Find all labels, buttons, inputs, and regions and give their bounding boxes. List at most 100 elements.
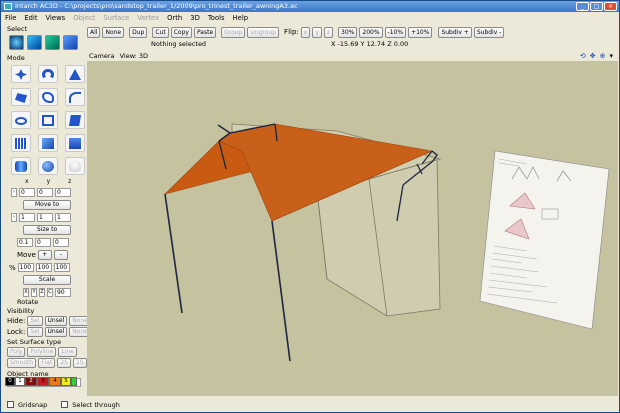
move-mode-icon[interactable] [11, 65, 31, 83]
color-swatch-2[interactable]: 2 [25, 377, 37, 386]
size-z-input[interactable]: 1 [55, 213, 71, 222]
zoom-30-button[interactable]: 30% [338, 26, 358, 38]
rotate-view-icon[interactable]: ⟲ [580, 51, 586, 61]
size-y-input[interactable]: 1 [37, 213, 53, 222]
zoom-minus10-button[interactable]: -10% [384, 26, 407, 38]
pan-view-icon[interactable]: ✥ [590, 51, 596, 61]
menu-orth[interactable]: Orth [167, 12, 182, 24]
zoom-view-icon[interactable]: ⊕ [600, 51, 606, 61]
draw-line-icon[interactable] [65, 88, 85, 106]
scale-mode-icon[interactable] [65, 65, 85, 83]
flip-z-button[interactable]: z [323, 26, 334, 38]
line-button[interactable]: Line [58, 347, 77, 357]
light-icon[interactable] [65, 157, 85, 175]
select-groups-icon[interactable] [27, 35, 42, 50]
move-minus-button[interactable]: - [53, 250, 68, 260]
menu-file[interactable]: File [5, 12, 16, 24]
move-plus-button[interactable]: + [37, 250, 52, 260]
move-z-input[interactable]: 0 [53, 238, 69, 247]
select-surfaces-icon[interactable] [45, 35, 60, 50]
select-through-checkbox[interactable] [61, 401, 69, 408]
pos-x-input[interactable]: 0 [19, 188, 35, 197]
scale-z-input[interactable]: 100 [53, 263, 70, 272]
flip-label: Flip: [284, 28, 299, 36]
color-swatch-5[interactable]: 5 [61, 377, 71, 386]
lock-sel-button[interactable]: Sel [27, 327, 43, 337]
color-swatch-1[interactable]: 1 [15, 377, 25, 386]
menu-tools[interactable]: Tools [208, 12, 225, 24]
menu-views[interactable]: Views [46, 12, 66, 24]
pos-z-input[interactable]: 0 [55, 188, 71, 197]
draw-circle-icon[interactable] [11, 111, 31, 129]
polyline-button[interactable]: Polyline [27, 347, 57, 357]
menu-vertex[interactable]: Vertex [137, 12, 159, 24]
axis-z-toggle[interactable]: Z [39, 288, 45, 297]
one-sided-button[interactable]: 1S [72, 358, 87, 368]
color-swatch-0[interactable]: 0 [5, 377, 15, 386]
color-swatch-4[interactable]: 4 [49, 377, 61, 386]
select-through-label: Select through [72, 400, 120, 409]
cut-button[interactable]: Cut [152, 26, 169, 38]
position-arrow-icon[interactable]: › [11, 188, 17, 197]
copy-button[interactable]: Copy [170, 26, 192, 38]
poly-button[interactable]: Poly [7, 347, 26, 357]
select-vertices-icon[interactable] [63, 35, 78, 50]
move-to-button[interactable]: Move to [23, 200, 71, 210]
maximize-button[interactable]: □ [590, 2, 603, 11]
hide-unsel-button[interactable]: Unsel [44, 316, 68, 326]
color-swatch-3[interactable]: 3 [37, 377, 49, 386]
flat-button[interactable]: Flat [38, 358, 56, 368]
rotate-mode-icon[interactable] [38, 65, 58, 83]
draw-cylinder-icon[interactable] [11, 157, 31, 175]
select-none-button[interactable]: None [102, 26, 125, 38]
draw-cube-icon[interactable] [38, 134, 58, 152]
menu-help[interactable]: Help [233, 12, 249, 24]
menu-surface[interactable]: Surface [103, 12, 129, 24]
group-button[interactable]: Group [221, 26, 246, 38]
3d-viewport[interactable] [87, 61, 618, 396]
size-arrow-icon[interactable]: › [11, 213, 17, 222]
menu-3d[interactable]: 3D [190, 12, 200, 24]
subdiv-plus-button[interactable]: Subdiv + [438, 26, 472, 38]
draw-polyline-icon[interactable] [38, 88, 58, 106]
scale-x-input[interactable]: 100 [17, 263, 34, 272]
draw-mesh-icon[interactable] [65, 134, 85, 152]
draw-polygon-icon[interactable] [11, 88, 31, 106]
duplicate-button[interactable]: Dup [129, 26, 148, 38]
minimize-button[interactable]: _ [576, 2, 589, 11]
pos-y-input[interactable]: 0 [37, 188, 53, 197]
paste-button[interactable]: Paste [193, 26, 217, 38]
menu-edit[interactable]: Edit [24, 12, 37, 24]
subdiv-minus-button[interactable]: Subdiv - [473, 26, 505, 38]
scale-y-input[interactable]: 100 [35, 263, 52, 272]
axis-x-toggle[interactable]: X [23, 288, 29, 297]
draw-box-icon[interactable] [65, 111, 85, 129]
draw-rectangle-icon[interactable] [38, 111, 58, 129]
lock-unsel-button[interactable]: Unsel [44, 327, 68, 337]
flip-x-button[interactable]: x [300, 26, 311, 38]
draw-grid-icon[interactable] [11, 134, 31, 152]
scale-button[interactable]: Scale [23, 275, 71, 285]
draw-sphere-icon[interactable] [38, 157, 58, 175]
select-all-button[interactable]: All [87, 26, 101, 38]
size-to-button[interactable]: Size to [23, 225, 71, 235]
zoom-200-button[interactable]: 200% [359, 26, 383, 38]
flip-y-button[interactable]: y [312, 26, 322, 38]
axis-c-toggle[interactable]: C [47, 288, 53, 297]
axis-y-toggle[interactable]: Y [31, 288, 37, 297]
move-y-input[interactable]: 0 [35, 238, 51, 247]
menu-object[interactable]: Object [73, 12, 95, 24]
zoom-plus10-button[interactable]: +10% [408, 26, 433, 38]
color-swatch-6[interactable] [71, 377, 77, 386]
view-menu-icon[interactable]: ▾ [609, 51, 613, 61]
gridsnap-checkbox[interactable] [7, 401, 14, 408]
smooth-button[interactable]: Smooth [7, 358, 37, 368]
hide-sel-button[interactable]: Sel [27, 316, 43, 326]
size-x-input[interactable]: 1 [19, 213, 35, 222]
rotate-angle-input[interactable]: 90 [55, 288, 71, 297]
ungroup-button[interactable]: Ungroup [247, 26, 280, 38]
select-objects-icon[interactable] [9, 35, 24, 50]
move-x-input[interactable]: 0.1 [17, 238, 33, 247]
two-sided-button[interactable]: 2S [57, 358, 71, 368]
close-button[interactable]: × [604, 2, 617, 11]
